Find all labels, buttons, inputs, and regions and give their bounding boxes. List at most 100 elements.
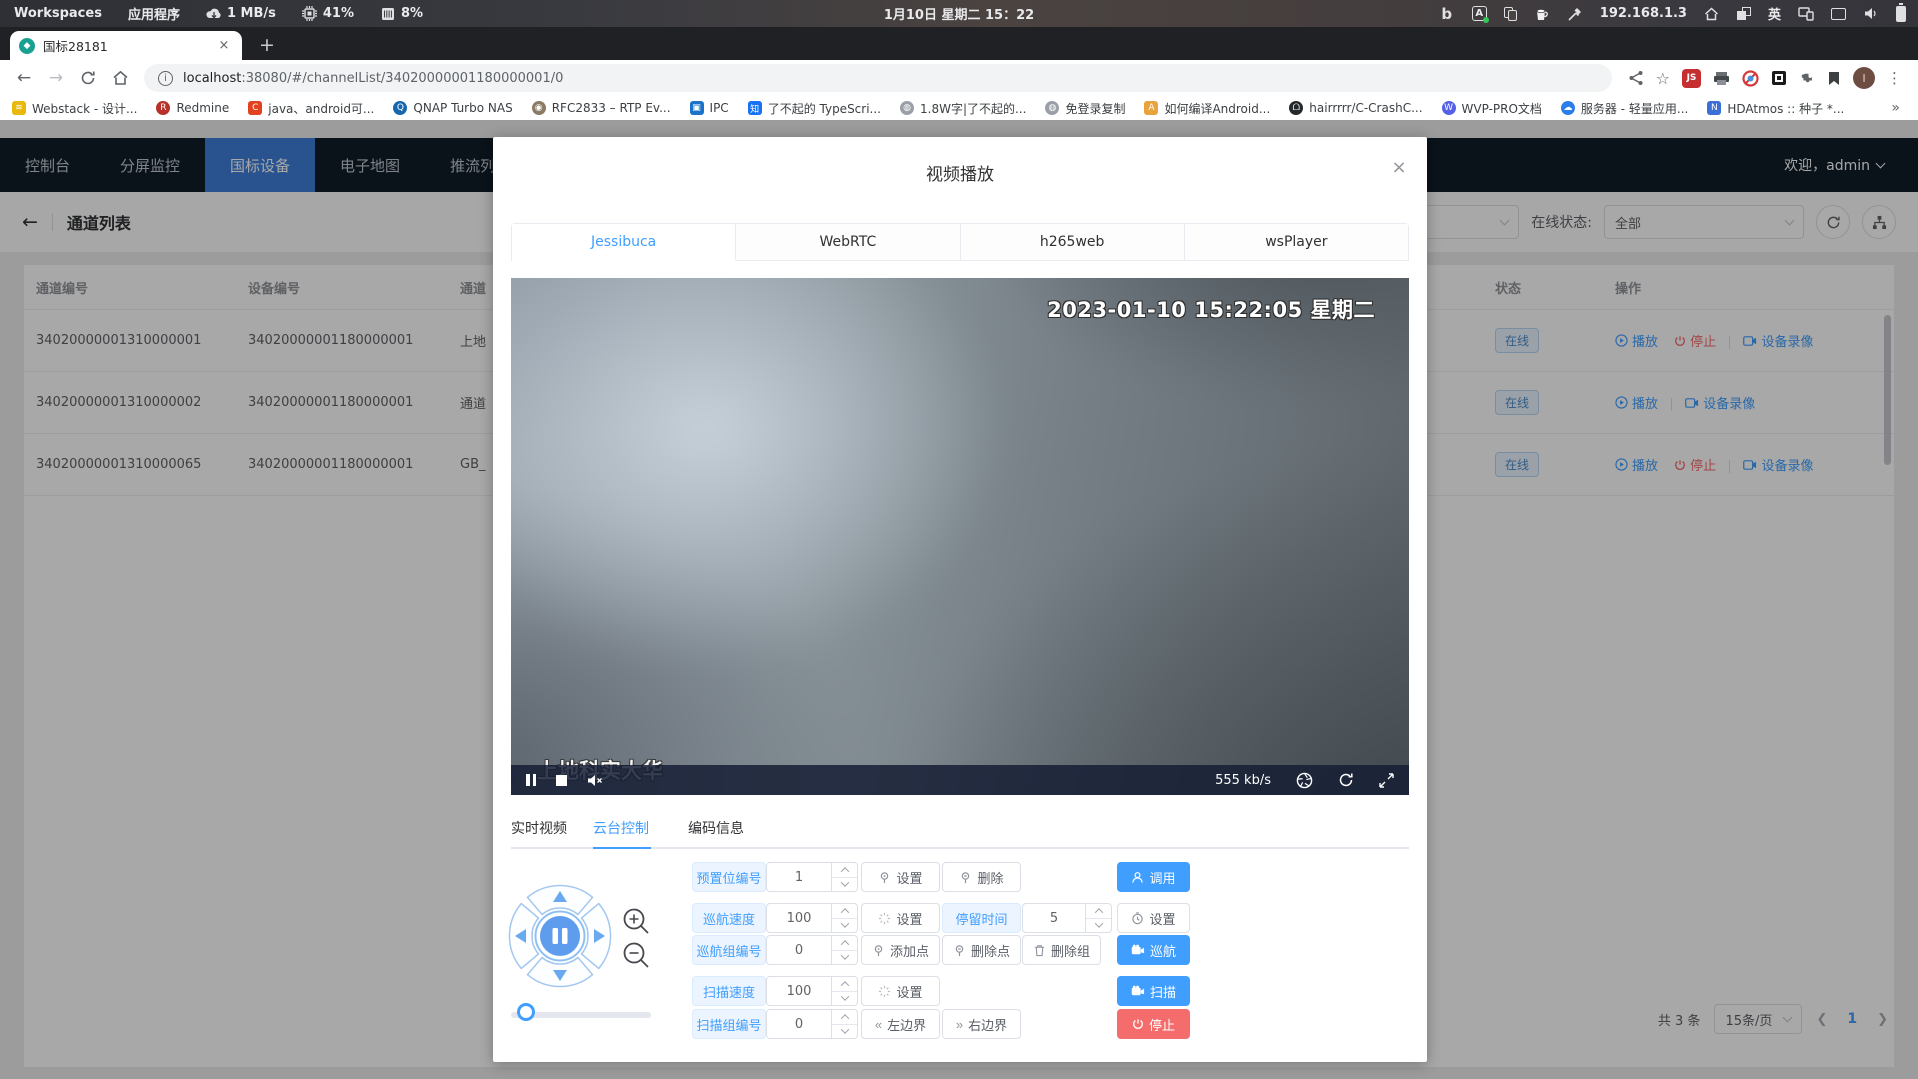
player-tab-h265web[interactable]: h265web xyxy=(961,224,1185,261)
browser-tab[interactable]: ◆ 国标28181 × xyxy=(10,31,242,60)
color-picker-tray-icon[interactable] xyxy=(1567,6,1583,22)
video-timestamp-overlay: 2023-01-10 15:22:05 星期二 xyxy=(1047,294,1375,324)
ptz-stop-button[interactable]: 停止 xyxy=(1117,1009,1190,1039)
ext-adblock-icon[interactable] xyxy=(1742,70,1759,87)
cruise-button[interactable]: 巡航 xyxy=(1117,935,1190,965)
bookmark-item[interactable]: ◍免登录复制 xyxy=(1045,100,1125,117)
bookmark-star-icon[interactable]: ☆ xyxy=(1656,69,1670,88)
forward-button[interactable]: → xyxy=(42,64,70,92)
bookmark-item[interactable]: Cjava、android可... xyxy=(248,100,374,117)
screen-share-icon[interactable] xyxy=(1798,6,1814,22)
bookmark-item[interactable]: 知了不起的 TypeScri... xyxy=(748,100,881,117)
stepper-down-icon[interactable] xyxy=(832,877,857,892)
tab-live-video[interactable]: 实时视频 xyxy=(511,809,567,847)
player-tab-webrtc[interactable]: WebRTC xyxy=(736,224,960,261)
bookmark-item[interactable]: ▣IPC xyxy=(690,101,729,115)
preset-delete-button[interactable]: 删除 xyxy=(942,862,1021,892)
stepper-up-icon[interactable] xyxy=(832,936,857,950)
cruise-speed-set-button[interactable]: 设置 xyxy=(861,903,940,933)
refresh-stream-icon[interactable] xyxy=(1338,772,1354,788)
bookmark-item[interactable]: ◉RFC2833 – RTP Ev... xyxy=(532,101,671,115)
delete-group-button[interactable]: 删除组 xyxy=(1022,935,1101,965)
stepper-up-icon[interactable] xyxy=(832,1010,857,1024)
translate-tray-icon[interactable]: A xyxy=(1472,6,1487,21)
input-method-indicator[interactable]: 英 xyxy=(1768,4,1781,23)
address-bar[interactable]: i localhost:38080/#/channelList/34020000… xyxy=(144,64,1612,92)
bookmark-favicon: W xyxy=(1442,101,1456,115)
bookmark-item[interactable]: ☁服务器 - 轻量应用... xyxy=(1561,100,1688,117)
ip-address[interactable]: 192.168.1.3 xyxy=(1600,6,1687,21)
stepper-down-icon[interactable] xyxy=(832,950,857,965)
clipboard-tray-icon[interactable] xyxy=(1504,7,1517,21)
new-tab-button[interactable]: + xyxy=(254,32,280,58)
caffeine-cup-icon[interactable] xyxy=(1534,6,1550,22)
preset-number-input[interactable] xyxy=(766,862,832,892)
bookmark-item[interactable]: ◍1.8W字|了不起的... xyxy=(900,100,1026,117)
add-point-button[interactable]: 添加点 xyxy=(861,935,940,965)
display-tray-icon[interactable] xyxy=(1831,8,1846,20)
preset-call-button[interactable]: 调用 xyxy=(1117,862,1190,892)
bookmark-item[interactable]: ≋Webstack - 设计... xyxy=(12,100,137,117)
tab-close-icon[interactable]: × xyxy=(215,37,233,55)
stop-icon[interactable] xyxy=(556,775,567,786)
window-switcher-icon[interactable] xyxy=(1737,7,1751,20)
browser-menu-icon[interactable]: ⋮ xyxy=(1887,69,1902,87)
cruise-group-input[interactable] xyxy=(766,935,832,965)
bookmark-item[interactable]: ᗝhairrrrr/C-CrashC... xyxy=(1289,101,1422,115)
dialog-close-icon[interactable]: × xyxy=(1387,155,1411,179)
stepper-down-icon[interactable] xyxy=(832,1024,857,1039)
site-info-icon[interactable]: i xyxy=(158,71,173,86)
ext-json-viewer-icon[interactable]: JS xyxy=(1682,69,1701,88)
profile-avatar[interactable]: l xyxy=(1853,67,1875,89)
video-play-dialog: 视频播放 × Jessibuca WebRTC h265web wsPlayer… xyxy=(493,137,1427,1062)
preset-set-button[interactable]: 设置 xyxy=(861,862,940,892)
video-canvas[interactable]: 2023-01-10 15:22:05 星期二 上地科实大华 555 kb/s xyxy=(511,278,1409,795)
ext-printer-icon[interactable] xyxy=(1713,71,1730,86)
scan-speed-input[interactable] xyxy=(766,976,832,1006)
bookmark-item[interactable]: RRedmine xyxy=(156,101,229,115)
volume-tray-icon[interactable] xyxy=(1863,6,1879,22)
cruise-speed-input[interactable] xyxy=(766,903,832,933)
home-tray-icon[interactable] xyxy=(1704,6,1720,22)
scan-group-input[interactable] xyxy=(766,1009,832,1039)
pause-icon[interactable] xyxy=(526,774,536,786)
delete-point-button[interactable]: 删除点 xyxy=(942,935,1021,965)
bookmarks-overflow-chevron[interactable]: » xyxy=(1891,100,1906,116)
tab-ptz-control[interactable]: 云台控制 xyxy=(593,809,649,847)
player-tab-jessibuca[interactable]: Jessibuca xyxy=(512,224,736,261)
left-boundary-button[interactable]: « 左边界 xyxy=(861,1009,940,1039)
ext-dark-reader-icon[interactable] xyxy=(1771,70,1787,86)
stepper-up-icon[interactable] xyxy=(832,977,857,991)
share-icon[interactable] xyxy=(1628,70,1644,86)
bookmark-favicon: 知 xyxy=(748,101,762,115)
bing-tray-icon[interactable]: b xyxy=(1439,6,1455,22)
scan-speed-set-button[interactable]: 设置 xyxy=(861,976,940,1006)
stay-time-input[interactable] xyxy=(1022,903,1086,933)
stepper-down-icon[interactable] xyxy=(832,991,857,1006)
extensions-puzzle-icon[interactable] xyxy=(1799,70,1815,86)
snapshot-icon[interactable] xyxy=(1296,772,1313,789)
scan-button[interactable]: 扫描 xyxy=(1117,976,1190,1006)
tab-codec-info[interactable]: 编码信息 xyxy=(688,809,744,847)
bookmark-item[interactable]: QQNAP Turbo NAS xyxy=(393,101,512,115)
stepper-down-icon[interactable] xyxy=(832,918,857,933)
player-tab-wsplayer[interactable]: wsPlayer xyxy=(1185,224,1408,261)
right-boundary-button[interactable]: » 右边界 xyxy=(942,1009,1021,1039)
home-button[interactable] xyxy=(106,64,134,92)
stepper-up-icon[interactable] xyxy=(832,863,857,877)
bookmark-favicon: ☁ xyxy=(1561,101,1575,115)
bookmark-item[interactable]: WWVP-PRO文档 xyxy=(1442,100,1542,117)
reload-button[interactable] xyxy=(74,64,102,92)
preset-row: 预置位编号 设置 删除 调用 xyxy=(493,862,1427,892)
ext-flag-icon[interactable] xyxy=(1827,71,1841,86)
stay-time-set-button[interactable]: 设置 xyxy=(1117,903,1190,933)
tab-favicon: ◆ xyxy=(19,38,35,54)
stepper-down-icon[interactable] xyxy=(1086,918,1111,933)
mute-icon[interactable] xyxy=(587,774,603,787)
stepper-up-icon[interactable] xyxy=(832,904,857,918)
stepper-up-icon[interactable] xyxy=(1086,904,1111,918)
bookmark-item[interactable]: A如何编译Android... xyxy=(1144,100,1270,117)
back-button[interactable]: ← xyxy=(10,64,38,92)
bookmark-item[interactable]: NHDAtmos :: 种子 *... xyxy=(1707,100,1844,117)
fullscreen-icon[interactable] xyxy=(1379,773,1394,788)
